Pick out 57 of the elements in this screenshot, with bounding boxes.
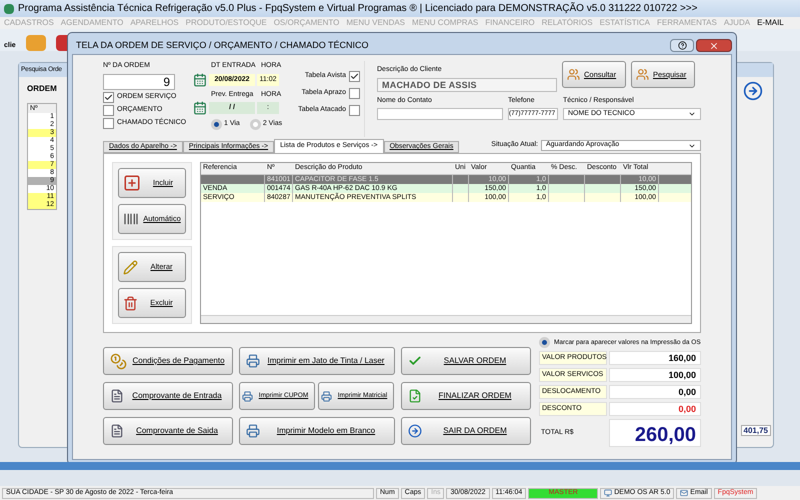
printer-icon — [246, 354, 260, 368]
radio-button[interactable] — [211, 119, 222, 130]
coins-icon — [110, 352, 127, 370]
checkbox[interactable] — [349, 71, 360, 82]
delete-icon — [123, 296, 138, 310]
document-icon — [110, 424, 124, 438]
total-value: 0,00 — [609, 385, 701, 399]
checkbox[interactable] — [349, 88, 360, 99]
document-check-icon — [408, 389, 422, 403]
edit-icon — [123, 260, 138, 274]
total-value: 0,00 — [609, 402, 701, 416]
contact-field[interactable] — [377, 108, 503, 120]
arrow-circle-icon — [408, 424, 422, 438]
total-value: 401,75 — [740, 425, 771, 436]
checkmark-icon — [408, 354, 422, 368]
action-button[interactable]: Condições de Pagamento — [103, 347, 233, 375]
action-button[interactable]: Imprimir Modelo em Branco — [239, 417, 395, 445]
people-icon — [636, 68, 649, 81]
menu-item[interactable]: E-MAIL — [757, 17, 784, 29]
window-title: Programa Assistência Técnica Refrigeração v5.0 Plus - FpqSystem e Virtual Programas ® | Licenciado para DEMONSTRAÇÃO v5.0 311222 010722 >>> — [18, 1, 698, 16]
calendar-button[interactable] — [193, 72, 207, 86]
action-button[interactable]: Comprovante de Entrada — [103, 382, 233, 410]
checkbox[interactable] — [103, 118, 114, 128]
checkbox[interactable] — [349, 105, 360, 116]
section-heading: ORDEM — [27, 83, 57, 95]
client-field[interactable]: MACHADO DE ASSIS — [377, 78, 557, 92]
monitor-icon — [604, 489, 612, 497]
radio-button[interactable] — [539, 337, 550, 348]
printer-icon — [246, 424, 260, 438]
grand-total-value: 260,00 — [609, 419, 701, 447]
action-button[interactable]: FINALIZAR ORDEM — [401, 382, 531, 410]
people-icon — [567, 68, 580, 81]
mail-icon — [680, 489, 688, 497]
horizontal-scrollbar[interactable] — [201, 315, 691, 323]
help-button[interactable] — [670, 39, 694, 52]
app-icon — [4, 4, 14, 14]
action-button[interactable]: SAIR DA ORDEM — [401, 417, 531, 445]
total-value: 160,00 — [609, 351, 701, 365]
help-icon — [678, 41, 686, 50]
calendar-button[interactable] — [193, 101, 207, 115]
dialog-title: TELA DA ORDEM DE SERVIÇO / ORÇAMENTO / CHAMADO TÉCNICO — [76, 38, 369, 52]
printer-icon — [242, 390, 253, 402]
checkbox[interactable] — [103, 92, 114, 102]
order-number-field[interactable]: 9 — [103, 74, 175, 90]
barcode-icon — [123, 211, 139, 227]
add-icon — [123, 174, 141, 192]
total-value: 100,00 — [609, 368, 701, 382]
checkbox[interactable] — [103, 104, 114, 116]
action-button[interactable]: SALVAR ORDEM — [401, 347, 531, 375]
close-icon — [709, 40, 719, 50]
arrow-circle-icon[interactable] — [743, 81, 763, 101]
close-button[interactable] — [696, 39, 732, 52]
action-button[interactable]: Comprovante de Saida — [103, 417, 233, 445]
radio-button[interactable] — [250, 119, 261, 130]
document-icon — [110, 389, 124, 403]
printer-icon — [321, 390, 332, 402]
action-button[interactable]: Imprimir em Jato de Tinta / Laser — [239, 347, 395, 375]
